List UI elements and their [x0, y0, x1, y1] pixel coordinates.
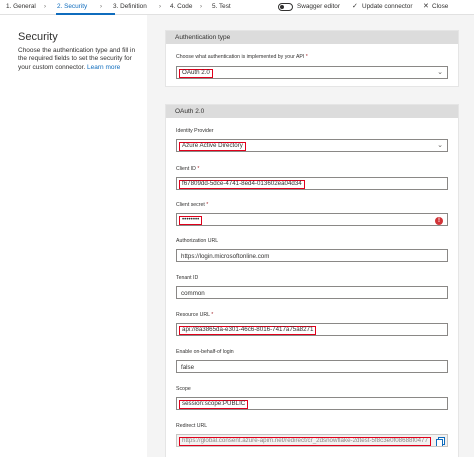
- authentication-type-card: Authentication type Choose what authenti…: [165, 30, 459, 87]
- chevron-down-icon: ⌄: [437, 142, 443, 149]
- oauth2-card: OAuth 2.0 Identity Provider Azure Active…: [165, 104, 459, 457]
- chevron-right-icon: ›: [100, 4, 102, 10]
- step-code[interactable]: 4. Code: [170, 3, 192, 11]
- scope-label: Scope: [176, 386, 191, 392]
- swagger-editor-label: Swagger editor: [297, 3, 340, 10]
- identity-provider-dropdown[interactable]: Azure Active Directory ⌄: [176, 139, 448, 152]
- on-behalf-of-label: Enable on-behalf-of login: [176, 349, 234, 355]
- resource-url-input[interactable]: api://8a3865da-e301-46c6-8016-7417a75a82…: [176, 323, 448, 336]
- update-connector-button[interactable]: Update connector: [362, 3, 412, 11]
- left-panel: Security Choose the authentication type …: [0, 15, 147, 457]
- wizard-nav: 1. General › 2. Security › 3. Definition…: [0, 0, 474, 15]
- on-behalf-of-input[interactable]: false: [176, 360, 448, 373]
- copy-icon[interactable]: [436, 437, 445, 446]
- card-header: Authentication type: [166, 31, 458, 44]
- step-security[interactable]: 2. Security: [57, 3, 87, 11]
- error-icon: !: [435, 216, 443, 225]
- authorization-url-label: Authorization URL: [176, 238, 219, 244]
- auth-type-dropdown[interactable]: OAuth 2.0 ⌄: [176, 66, 448, 79]
- security-description: Choose the authentication type and fill …: [18, 47, 136, 71]
- redirect-url-input: https://global.consent.azure-apim.net/re…: [176, 434, 448, 447]
- close-button[interactable]: Close: [432, 3, 448, 11]
- step-definition[interactable]: 3. Definition: [113, 3, 147, 11]
- tenant-id-input[interactable]: common: [176, 286, 448, 299]
- step-test[interactable]: 5. Test: [212, 3, 231, 11]
- card-header: OAuth 2.0: [166, 105, 458, 118]
- chevron-right-icon: ›: [44, 4, 46, 10]
- redirect-url-label: Redirect URL: [176, 423, 208, 429]
- chevron-right-icon: ›: [159, 4, 161, 10]
- auth-type-label: Choose what authentication is implemente…: [176, 54, 308, 60]
- page-title: Security: [18, 31, 58, 43]
- step-general[interactable]: 1. General: [6, 3, 36, 11]
- close-icon: ✕: [423, 3, 429, 10]
- client-id-input[interactable]: f67809dd-5dce-4741-8ed4-013602ea04d34: [176, 177, 448, 190]
- chevron-down-icon: ⌄: [437, 69, 443, 76]
- resource-url-label: Resource URL *: [176, 312, 214, 318]
- swagger-editor-toggle[interactable]: [278, 3, 293, 11]
- checkmark-icon: ✓: [352, 3, 358, 10]
- client-secret-input[interactable]: •••••••• !: [176, 213, 448, 226]
- tenant-id-label: Tenant ID: [176, 275, 199, 281]
- scope-input[interactable]: session:scope:PUBLIC: [176, 397, 448, 410]
- authorization-url-input[interactable]: https://login.microsoftonline.com: [176, 249, 448, 262]
- identity-provider-label: Identity Provider: [176, 128, 214, 134]
- client-id-label: Client ID *: [176, 166, 200, 172]
- learn-more-link[interactable]: Learn more: [87, 64, 120, 71]
- client-secret-label: Client secret *: [176, 202, 209, 208]
- chevron-right-icon: ›: [200, 4, 202, 10]
